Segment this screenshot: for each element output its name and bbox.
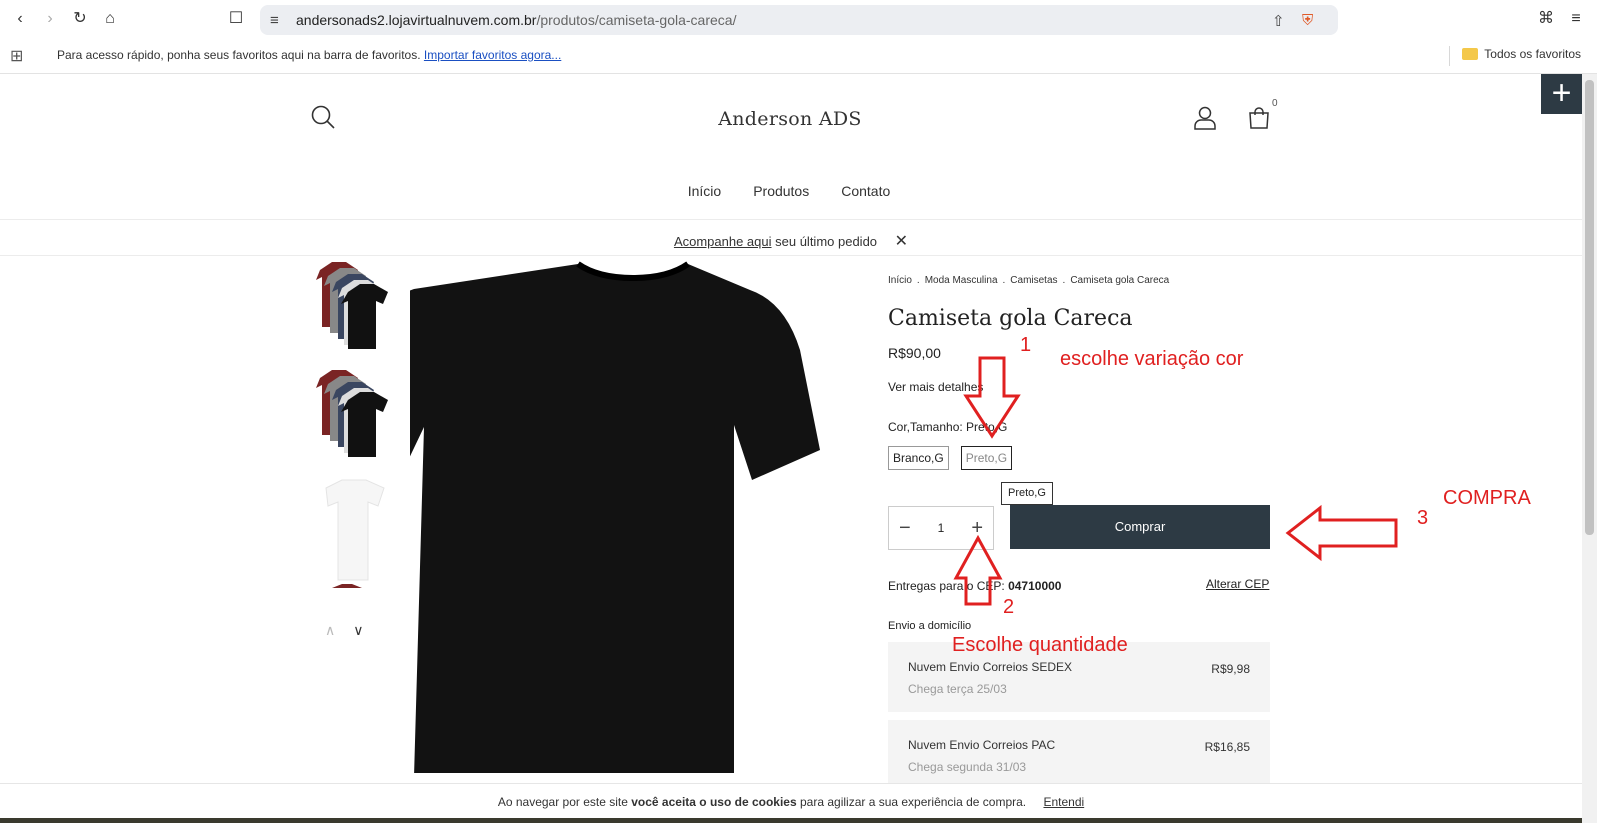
- quantity-value[interactable]: 1: [938, 521, 945, 535]
- breadcrumb: Início . Moda Masculina . Camisetas . Ca…: [888, 275, 1170, 286]
- address-bar[interactable]: ≡ andersonads2.lojavirtualnuvem.com.br/p…: [260, 5, 1338, 35]
- variant-options: Branco,G Preto,G: [888, 446, 1013, 470]
- divider: [0, 255, 1582, 256]
- cookie-banner: Ao navegar por este site você aceita o u…: [0, 783, 1582, 823]
- user-icon[interactable]: [1194, 106, 1216, 130]
- thumbnail-white[interactable]: [312, 474, 398, 581]
- menu-icon[interactable]: ≡: [1566, 9, 1586, 29]
- cookie-accept-link[interactable]: Entendi: [1043, 795, 1084, 809]
- product-main-image[interactable]: [410, 258, 865, 773]
- divider: [0, 219, 1582, 220]
- thumbnail-multicolor[interactable]: [312, 366, 398, 466]
- thumbnail-nav: ∧ ∨: [325, 622, 385, 639]
- scrollbar[interactable]: [1582, 74, 1597, 823]
- chevron-up-icon[interactable]: ∧: [325, 622, 335, 639]
- more-details-link[interactable]: Ver mais detalhes: [888, 380, 983, 394]
- product-title: Camiseta gola Careca: [888, 306, 1133, 331]
- share-icon[interactable]: ⇧: [1272, 12, 1285, 30]
- order-track-link[interactable]: Acompanhe aqui: [674, 234, 772, 249]
- variant-tooltip: Preto,G: [1001, 482, 1053, 505]
- bookmarks-divider: [1449, 46, 1450, 66]
- breadcrumb-inicio[interactable]: Início: [888, 275, 912, 286]
- reload-icon[interactable]: ↻: [70, 9, 90, 29]
- breadcrumb-current: Camiseta gola Careca: [1070, 275, 1170, 286]
- brave-shield-icon[interactable]: ⛨: [1302, 12, 1313, 29]
- variant-branco-g[interactable]: Branco,G: [888, 446, 949, 470]
- nav-inicio[interactable]: Início: [688, 183, 721, 199]
- store-logo[interactable]: Anderson ADS: [690, 108, 890, 130]
- variant-preto-g[interactable]: Preto,G: [960, 446, 1013, 470]
- taskbar-strip: [0, 818, 1582, 823]
- annotation-buy: COMPRA: [1443, 487, 1531, 509]
- back-icon[interactable]: ‹: [10, 9, 30, 29]
- variant-label: Cor,Tamanho: Preto,G: [888, 420, 1008, 434]
- shipping-cep: Entregas para o CEP: 04710000: [888, 579, 1062, 593]
- thumbnail-partial[interactable]: [312, 582, 398, 602]
- cep-value: 04710000: [1008, 579, 1062, 593]
- annotation-number-1: 1: [1020, 334, 1032, 356]
- main-nav: Início Produtos Contato: [0, 183, 1582, 199]
- site-settings-icon[interactable]: ≡: [270, 12, 279, 29]
- breadcrumb-moda-masculina[interactable]: Moda Masculina: [925, 275, 998, 286]
- buy-button[interactable]: Comprar: [1010, 505, 1270, 549]
- product-price: R$90,00: [888, 345, 941, 361]
- chevron-down-icon[interactable]: ∨: [353, 622, 363, 639]
- url-host: andersonads2.lojavirtualnuvem.com.br: [296, 12, 537, 28]
- annotation-color-choice: escolhe variação cor: [1060, 348, 1244, 370]
- order-track-banner: Acompanhe aqui seu último pedido ✕: [673, 231, 909, 251]
- change-cep-link[interactable]: Alterar CEP: [1206, 577, 1269, 591]
- folder-icon: [1462, 48, 1479, 60]
- thumbnail-list: [312, 258, 398, 602]
- extensions-icon[interactable]: ⌘: [1536, 9, 1556, 29]
- forward-icon[interactable]: ›: [40, 9, 60, 29]
- nav-produtos[interactable]: Produtos: [753, 183, 809, 199]
- breadcrumb-camisetas[interactable]: Camisetas: [1010, 275, 1057, 286]
- all-favorites[interactable]: Todos os favoritos: [1462, 47, 1581, 61]
- minus-icon[interactable]: −: [899, 518, 911, 538]
- nav-contato[interactable]: Contato: [841, 183, 890, 199]
- browser-toolbar: ‹ › ↻ ⌂ ☐ ≡ andersonads2.lojavirtualnuve…: [0, 0, 1597, 38]
- shipping-option[interactable]: Nuvem Envio Correios PAC Chega segunda 3…: [888, 720, 1270, 790]
- annotation-number-2: 2: [1003, 596, 1015, 618]
- plus-small-icon[interactable]: +: [971, 518, 983, 538]
- bookmarks-hint: Para acesso rápido, ponha seus favoritos…: [57, 48, 562, 62]
- home-delivery-label: Envio a domicílio: [888, 620, 972, 632]
- quantity-stepper: − 1 +: [888, 506, 994, 550]
- scrollbar-thumb[interactable]: [1585, 80, 1594, 535]
- search-icon[interactable]: [310, 104, 336, 130]
- bookmarks-bar: ⊞ Para acesso rápido, ponha seus favorit…: [0, 38, 1597, 74]
- import-bookmarks-link[interactable]: Importar favoritos agora...: [424, 48, 561, 62]
- thumbnail-multicolor[interactable]: [312, 258, 398, 358]
- apps-grid-icon[interactable]: ⊞: [10, 46, 23, 66]
- annotation-number-3: 3: [1417, 507, 1429, 529]
- cart-icon[interactable]: [1248, 106, 1270, 130]
- cart-count: 0: [1272, 98, 1278, 109]
- plus-icon[interactable]: +: [1541, 74, 1582, 114]
- annotation-quantity: Escolhe quantidade: [952, 634, 1128, 656]
- close-icon[interactable]: ✕: [895, 231, 908, 251]
- bookmark-icon[interactable]: ☐: [226, 9, 246, 29]
- home-icon[interactable]: ⌂: [100, 9, 120, 29]
- url-path: /produtos/camiseta-gola-careca/: [536, 12, 737, 28]
